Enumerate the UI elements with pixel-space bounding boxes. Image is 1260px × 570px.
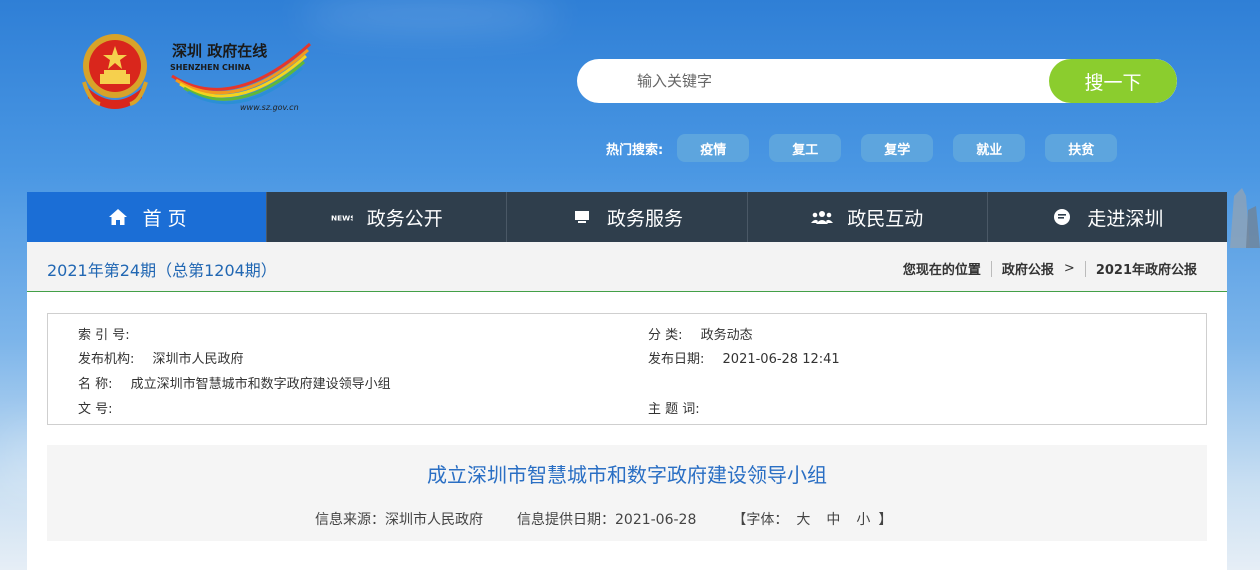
article-source: 信息来源：深圳市人民政府 [315,512,483,528]
font-size-label-close: 】 [878,512,893,528]
content-area: 2021年第24期（总第1204期） 您现在的位置 政府公报 > 2021年政府… [27,242,1227,570]
hot-search-tag[interactable]: 扶贫 [1045,134,1118,162]
nav-label: 政民互动 [847,207,924,230]
meta-keywords: 主 题 词: [648,398,718,417]
hot-search-tag[interactable]: 就业 [953,134,1026,162]
nav-label: 政务公开 [366,207,443,230]
monitor-icon [571,206,593,228]
meta-label: 发布日期: [648,352,705,367]
issue-bar: 2021年第24期（总第1204期） 您现在的位置 政府公报 > 2021年政府… [27,242,1227,292]
font-size-large-button[interactable]: 大 [796,509,810,529]
meta-value: 深圳市人民政府 [152,352,244,367]
breadcrumb: 您现在的位置 政府公报 > 2021年政府公报 [903,259,1197,278]
meta-value: 成立深圳市智慧城市和数字政府建设领导小组 [130,377,391,392]
meta-label: 名 称: [78,377,113,392]
breadcrumb-divider [990,260,992,277]
logo-url: www.sz.gov.cn [240,103,299,112]
breadcrumb-link[interactable]: 政府公报 [1002,259,1054,278]
news-icon: NEWS [331,206,353,228]
nav-label: 首 页 [142,207,187,230]
nav-item-home[interactable]: 首 页 [27,192,268,242]
hot-search-tag[interactable]: 疫情 [677,134,750,162]
nav-label: 政务服务 [607,207,684,230]
hot-search: 热门搜索: 疫情 复工 复学 就业 扶贫 [606,134,1137,162]
shenzhen-china-logo-icon: 深圳 政府在线 SHENZHEN CHINA www.sz.gov.cn [170,42,312,112]
article-title: 成立深圳市智慧城市和数字政府建设领导小组 [427,463,827,487]
font-size-small-button[interactable]: 小 [856,509,870,529]
home-icon [107,206,129,228]
meta-label: 主 题 词: [648,402,700,417]
hot-search-tag[interactable]: 复学 [861,134,934,162]
nav-item-gov-affairs[interactable]: NEWS 政务公开 [267,192,508,242]
font-size-label: 【字体： [732,512,789,528]
meta-value: 政务动态 [700,328,753,343]
logo-brand-cn: 深圳 政府在线 [172,42,267,60]
meta-index: 索 引 号: [78,324,148,343]
breadcrumb-link[interactable]: 2021年政府公报 [1096,259,1197,278]
meta-label: 索 引 号: [78,328,130,343]
hot-search-tag[interactable]: 复工 [769,134,842,162]
svg-text:NEWS: NEWS [331,214,353,223]
issue-title: 2021年第24期（总第1204期） [47,261,277,280]
national-emblem-icon [82,34,148,109]
article-header: 成立深圳市智慧城市和数字政府建设领导小组 信息来源：深圳市人民政府 信息提供日期… [47,445,1207,541]
meta-pubdate: 发布日期: 2021-06-28 12:41 [648,348,840,367]
nav-item-gov-services[interactable]: 政务服务 [507,192,748,242]
meta-label: 文 号: [78,402,113,417]
search-input[interactable] [577,59,1047,103]
nav-label: 走进深圳 [1087,207,1164,230]
meta-value: 2021-06-28 12:41 [722,352,840,367]
search-button[interactable]: 搜一下 [1049,59,1177,103]
document-meta: 索 引 号: 分 类: 政务动态 发布机构: 深圳市人民政府 发布日期: 202… [47,313,1207,425]
breadcrumb-divider [1084,260,1086,277]
meta-label: 发布机构: [78,352,135,367]
search-box: 搜一下 [577,59,1177,103]
meta-label: 分 类: [648,328,683,343]
breadcrumb-label: 您现在的位置 [902,263,981,278]
meta-name: 名 称: 成立深圳市智慧城市和数字政府建设领导小组 [78,373,391,392]
nav-item-about-shenzhen[interactable]: 走进深圳 [988,192,1227,242]
chat-icon [1051,206,1073,228]
hot-search-label: 热门搜索: [606,142,664,158]
meta-docno: 文 号: [78,398,131,417]
meta-category: 分 类: 政务动态 [648,324,753,343]
people-icon [811,206,834,228]
font-size-medium-button[interactable]: 中 [826,509,840,529]
nav-item-interaction[interactable]: 政民互动 [748,192,988,242]
article-meta: 信息来源：深圳市人民政府 信息提供日期：2021-06-28 【字体： 大 中 … [315,509,892,529]
breadcrumb-arrow: > [1063,261,1075,276]
meta-publisher: 发布机构: 深圳市人民政府 [78,348,244,367]
article-date: 信息提供日期：2021-06-28 [517,512,697,528]
logo-brand-en: SHENZHEN CHINA [170,63,251,72]
site-logo[interactable]: 深圳 政府在线 SHENZHEN CHINA www.sz.gov.cn [80,30,320,114]
main-nav: 首 页 NEWS 政务公开 政务服务 政民互动 走进深圳 [27,192,1227,242]
